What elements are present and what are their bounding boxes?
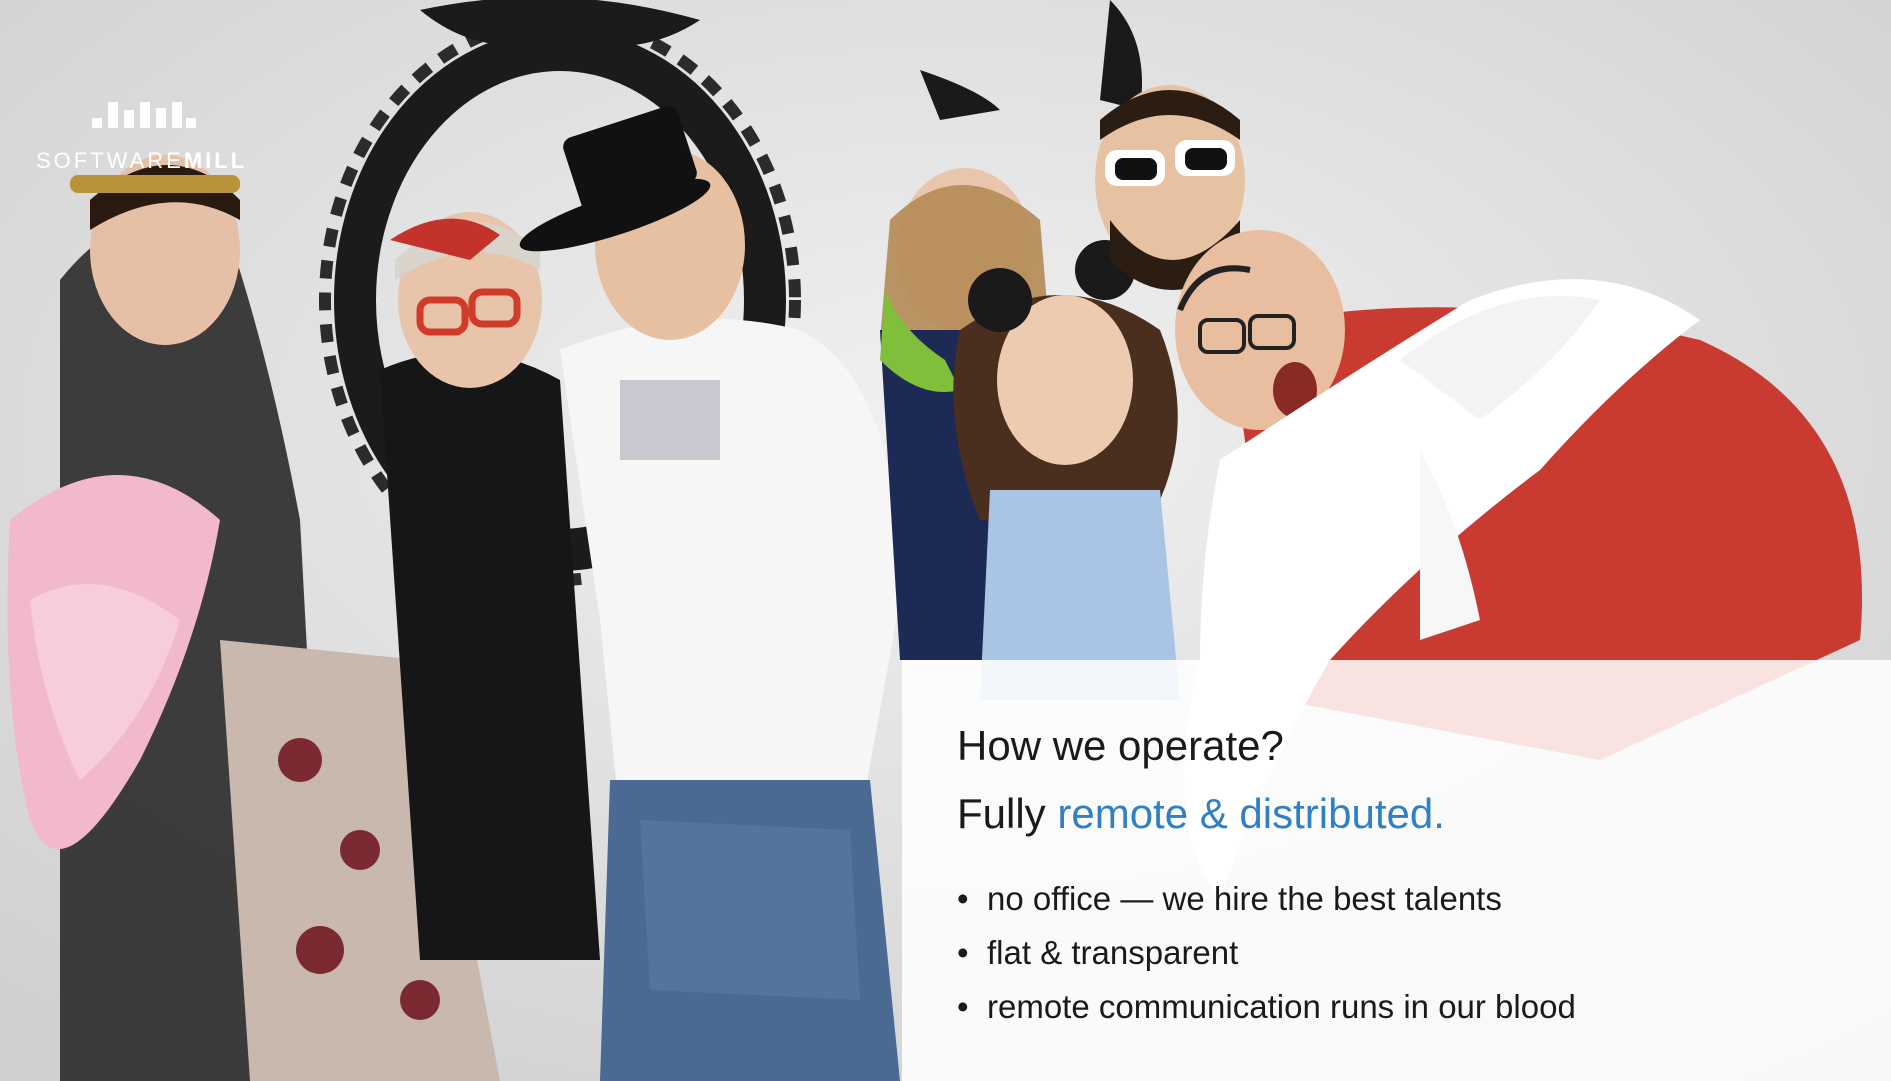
- bullet-icon: •: [957, 880, 969, 917]
- subtitle-accent: remote & distributed.: [1057, 790, 1445, 837]
- panel-subtitle: Fully remote & distributed.: [957, 790, 1445, 838]
- softwaremill-logo-icon: [92, 102, 196, 128]
- bullet-text: no office — we hire the best talents: [987, 880, 1502, 917]
- wordmark-light: SOFTWARE: [36, 148, 184, 173]
- bullet-item: • no office — we hire the best talents: [957, 872, 1576, 926]
- wordmark-bold: MILL: [183, 148, 248, 173]
- bullet-icon: •: [957, 934, 969, 971]
- panel-title: How we operate?: [957, 722, 1284, 769]
- bullet-item: • flat & transparent: [957, 926, 1576, 980]
- bullet-text: flat & transparent: [987, 934, 1239, 971]
- softwaremill-logo: SOFTWAREMILL: [36, 98, 246, 178]
- bullet-text: remote communication runs in our blood: [987, 988, 1576, 1025]
- info-panel: How we operate? Fully remote & distribut…: [902, 660, 1891, 1081]
- subtitle-plain: Fully: [957, 790, 1058, 837]
- softwaremill-wordmark: SOFTWAREMILL: [36, 148, 247, 174]
- bullet-item: • remote communication runs in our blood: [957, 980, 1576, 1034]
- bullet-list: • no office — we hire the best talents • f…: [957, 872, 1576, 1034]
- slide: SOFTWAREMILL How we operate? Fully remot…: [0, 0, 1891, 1081]
- bullet-icon: •: [957, 988, 969, 1025]
